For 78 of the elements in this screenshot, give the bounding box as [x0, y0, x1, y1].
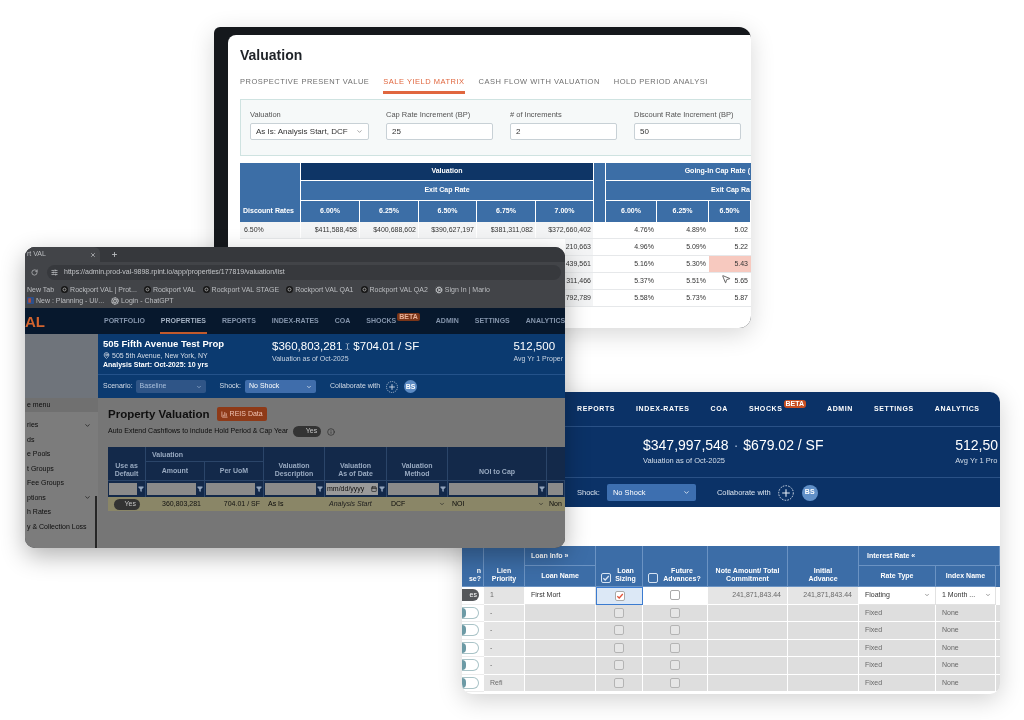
price-per-sf: $679.02 / SF	[743, 437, 824, 453]
checkbox[interactable]	[670, 660, 680, 671]
filter-input[interactable]	[109, 483, 137, 495]
checkbox[interactable]	[670, 607, 680, 618]
checkbox[interactable]	[670, 642, 680, 653]
checkbox[interactable]	[614, 607, 624, 618]
circle-logo-icon	[202, 286, 210, 293]
column-header	[594, 163, 606, 222]
chevron-down-icon	[195, 383, 202, 390]
filter-icon[interactable]	[317, 486, 323, 492]
toggle-switch[interactable]	[462, 606, 479, 619]
valuation-amount: $360,803,281	[272, 340, 343, 353]
checkbox[interactable]	[614, 660, 624, 671]
toggle-switch[interactable]	[462, 624, 479, 637]
select-field[interactable]: As Is: Analysis Start, DCF	[250, 123, 369, 140]
checkbox[interactable]	[670, 677, 680, 688]
app-tile-icon	[27, 297, 34, 304]
toggle-switch[interactable]	[462, 659, 479, 672]
chevron-down-icon	[682, 489, 690, 496]
chevron-down-icon	[356, 128, 363, 135]
filter-input[interactable]	[449, 483, 538, 495]
input-field[interactable]: 50	[634, 123, 741, 140]
toggle-switch[interactable]	[462, 641, 479, 654]
chevron-down-icon	[306, 383, 312, 390]
filter-icon[interactable]	[197, 486, 203, 492]
site-settings-icon[interactable]	[51, 268, 58, 276]
circle-logo-icon	[61, 286, 69, 293]
circle-logo-icon	[286, 286, 294, 293]
new-tab-icon[interactable]	[111, 251, 118, 258]
info-icon[interactable]	[327, 427, 336, 436]
filter-input[interactable]	[206, 483, 255, 495]
location-pin-icon	[103, 352, 110, 359]
area-value: 512,50	[955, 437, 998, 453]
chevron-down-icon	[84, 494, 91, 502]
checkbox[interactable]	[670, 590, 680, 601]
circle-logo-icon	[143, 286, 151, 293]
checkbox[interactable]	[614, 625, 624, 636]
chevron-down-icon	[985, 592, 991, 599]
scrollbar	[95, 496, 97, 548]
chevron-down-icon	[538, 501, 544, 507]
chevron-down-icon	[84, 421, 91, 429]
page-title: Property Valuation	[108, 407, 210, 421]
filter-icon[interactable]	[440, 486, 446, 492]
bar-chart-icon	[220, 410, 228, 418]
filter-icon[interactable]	[138, 486, 144, 492]
pointer-cursor-icon	[721, 273, 731, 285]
input-field[interactable]: 25	[386, 123, 493, 140]
filter-icon[interactable]	[539, 486, 545, 492]
input-field[interactable]: 2	[510, 123, 617, 140]
window-title: Valuation	[240, 47, 304, 63]
aperture-icon	[111, 296, 120, 305]
text-cursor-icon	[344, 342, 352, 351]
calendar-icon[interactable]	[371, 486, 377, 492]
checkbox[interactable]	[670, 625, 680, 636]
filter-input[interactable]	[147, 483, 196, 495]
checkbox[interactable]	[614, 677, 624, 688]
checkbox[interactable]	[614, 642, 624, 653]
property-name: 505 Fifth Avenue Test Prop	[103, 338, 226, 349]
toggle-switch[interactable]	[462, 676, 479, 689]
circle-logo-icon	[360, 286, 368, 293]
plus-circle-icon[interactable]	[386, 380, 399, 393]
filter-icon[interactable]	[379, 486, 385, 492]
valuation-amount: $347,997,548	[643, 437, 729, 453]
separator-dot: ·	[733, 437, 739, 453]
price-per-sf: $704.01 / SF	[353, 340, 420, 353]
chevron-down-icon	[439, 501, 445, 507]
gear-icon	[434, 285, 443, 294]
area-value: 512,500	[513, 340, 557, 353]
logo[interactable]: AL	[25, 313, 45, 329]
filter-icon[interactable]	[256, 486, 262, 492]
plus-circle-icon[interactable]	[777, 484, 794, 501]
filter-input[interactable]	[265, 483, 316, 495]
filter-input[interactable]	[548, 483, 563, 495]
reload-icon[interactable]	[31, 268, 38, 276]
filter-input[interactable]	[388, 483, 439, 495]
chevron-down-icon	[924, 592, 930, 599]
close-icon[interactable]	[90, 251, 96, 258]
checkbox[interactable]	[614, 590, 625, 601]
